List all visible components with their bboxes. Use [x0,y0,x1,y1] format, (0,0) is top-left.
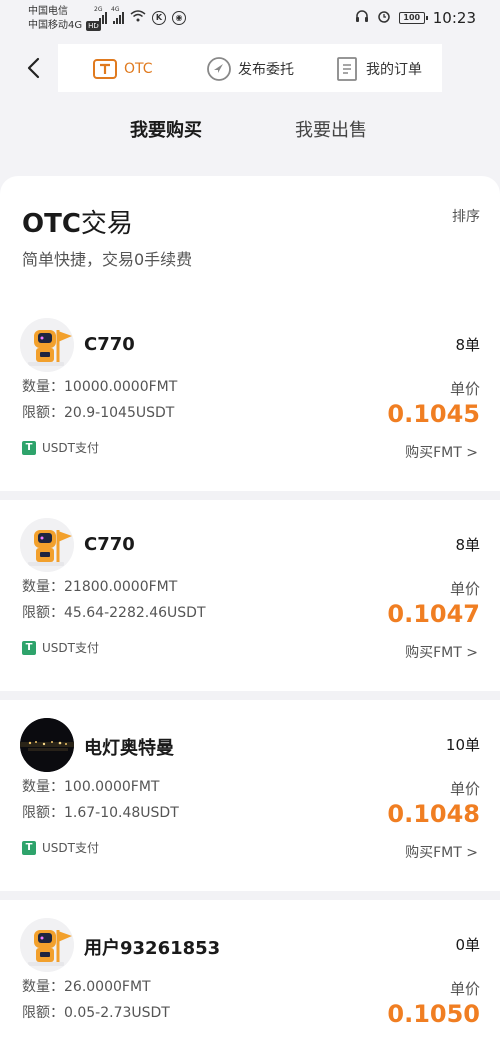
tether-icon: T [22,640,36,655]
quantity-text: 数量：10000.0000FMT [22,379,178,395]
carrier-1: 中国电信 [28,6,68,17]
price-label: 单价 [449,780,480,798]
buy-fmt-link[interactable]: 购买FMT > [405,842,478,862]
headphones-icon [355,9,369,27]
carrier-2: 中国移动4G [28,20,83,31]
unit-price: 0.1050 [387,1000,480,1028]
otc-icon [93,59,117,79]
robot-flag-avatar [20,518,74,572]
tether-icon: T [22,840,36,855]
tab-otc[interactable]: OTC [92,56,153,82]
merchant-card[interactable]: C770 8单 数量：10000.0000FMT 限额：20.9-1045USD… [0,304,500,500]
quantity-text: 数量：21800.0000FMT [22,579,178,595]
order-count: 0单 [455,936,480,954]
limit-text: 限额：0.05-2.73USDT [22,1005,170,1021]
system-icons: 100 10:23 [355,9,476,27]
battery-icon: 100 [398,12,428,24]
quantity-text: 数量：26.0000FMT [22,979,151,995]
unit-price: 0.1047 [387,600,480,628]
document-icon [337,57,357,81]
payment-method: T USDT支付 [22,839,99,856]
robot-flag-avatar [20,318,74,372]
chevron-left-icon [27,57,40,79]
buy-fmt-link[interactable]: 购买FMT > [405,642,478,662]
unit-price: 0.1048 [387,800,480,828]
merchant-name: C770 [84,334,135,355]
order-count: 10单 [445,736,480,754]
limit-text: 限额：20.9-1045USDT [22,405,175,421]
tab-my-orders[interactable]: 我的订单 [334,56,422,82]
robot-flag-avatar [20,918,74,972]
merchant-card[interactable]: 电灯奥特曼 10单 数量：100.0000FMT 限额：1.67-10.48US… [0,704,500,900]
top-nav: OTC 发布委托 我的订单 [58,44,442,92]
buy-sell-tabs: 我要购买 我要出售 [0,112,500,144]
signal-icon: 2G [94,6,107,24]
order-count: 8单 [455,336,480,354]
tab-sell[interactable]: 我要出售 [295,116,367,142]
clock: 10:23 [432,9,476,27]
signal-icon: 4G [111,6,124,24]
tab-my-orders-label: 我的订单 [366,62,422,78]
tab-publish[interactable]: 发布委托 [206,56,294,82]
payment-label: USDT支付 [42,441,99,455]
quantity-text: 数量：100.0000FMT [22,779,160,795]
compass-icon [207,57,231,81]
merchant-name: 电灯奥特曼 [84,738,174,759]
otc-panel: OTC交易 排序 简单快捷，交易0手续费 C770 8单 数量：10000.00… [0,176,500,1056]
tab-otc-label: OTC [124,61,153,77]
price-label: 单价 [449,980,480,998]
price-label: 单价 [449,380,480,398]
payment-label: USDT支付 [42,841,99,855]
tab-publish-label: 发布委托 [238,62,294,78]
merchant-name: 用户93261853 [84,938,221,959]
merchant-name: C770 [84,534,135,555]
payment-method: T USDT支付 [22,639,99,656]
payment-label: USDT支付 [42,641,99,655]
tether-icon: T [22,440,36,455]
tab-buy[interactable]: 我要购买 [130,116,202,142]
status-bar: 中国电信 中国移动4G HD 2G 4G K ◉ 100 10:23 [0,0,500,36]
limit-text: 限额：1.67-10.48USDT [22,805,179,821]
page-title: OTC交易 [22,209,133,239]
k-app-icon: K [152,10,166,25]
price-label: 单价 [449,580,480,598]
back-button[interactable] [22,56,46,80]
unit-price: 0.1045 [387,400,480,428]
app-notification-icon: ◉ [172,10,186,25]
order-count: 8单 [455,536,480,554]
limit-text: 限额：45.64-2282.46USDT [22,605,206,621]
buy-fmt-link[interactable]: 购买FMT > [405,442,478,462]
page-subtitle: 简单快捷，交易0手续费 [22,250,193,269]
wifi-icon [130,10,146,25]
merchant-card[interactable]: 用户93261853 0单 数量：26.0000FMT 限额：0.05-2.73… [0,904,500,1056]
alarm-icon [377,9,391,27]
night-city-avatar [20,718,74,772]
merchant-card[interactable]: C770 8单 数量：21800.0000FMT 限额：45.64-2282.4… [0,504,500,700]
carrier-info: 中国电信 中国移动4G HD [28,5,101,33]
signal-icons: 2G 4G K ◉ [94,6,186,25]
sort-button[interactable]: 排序 [452,206,480,226]
payment-method: T USDT支付 [22,439,99,456]
